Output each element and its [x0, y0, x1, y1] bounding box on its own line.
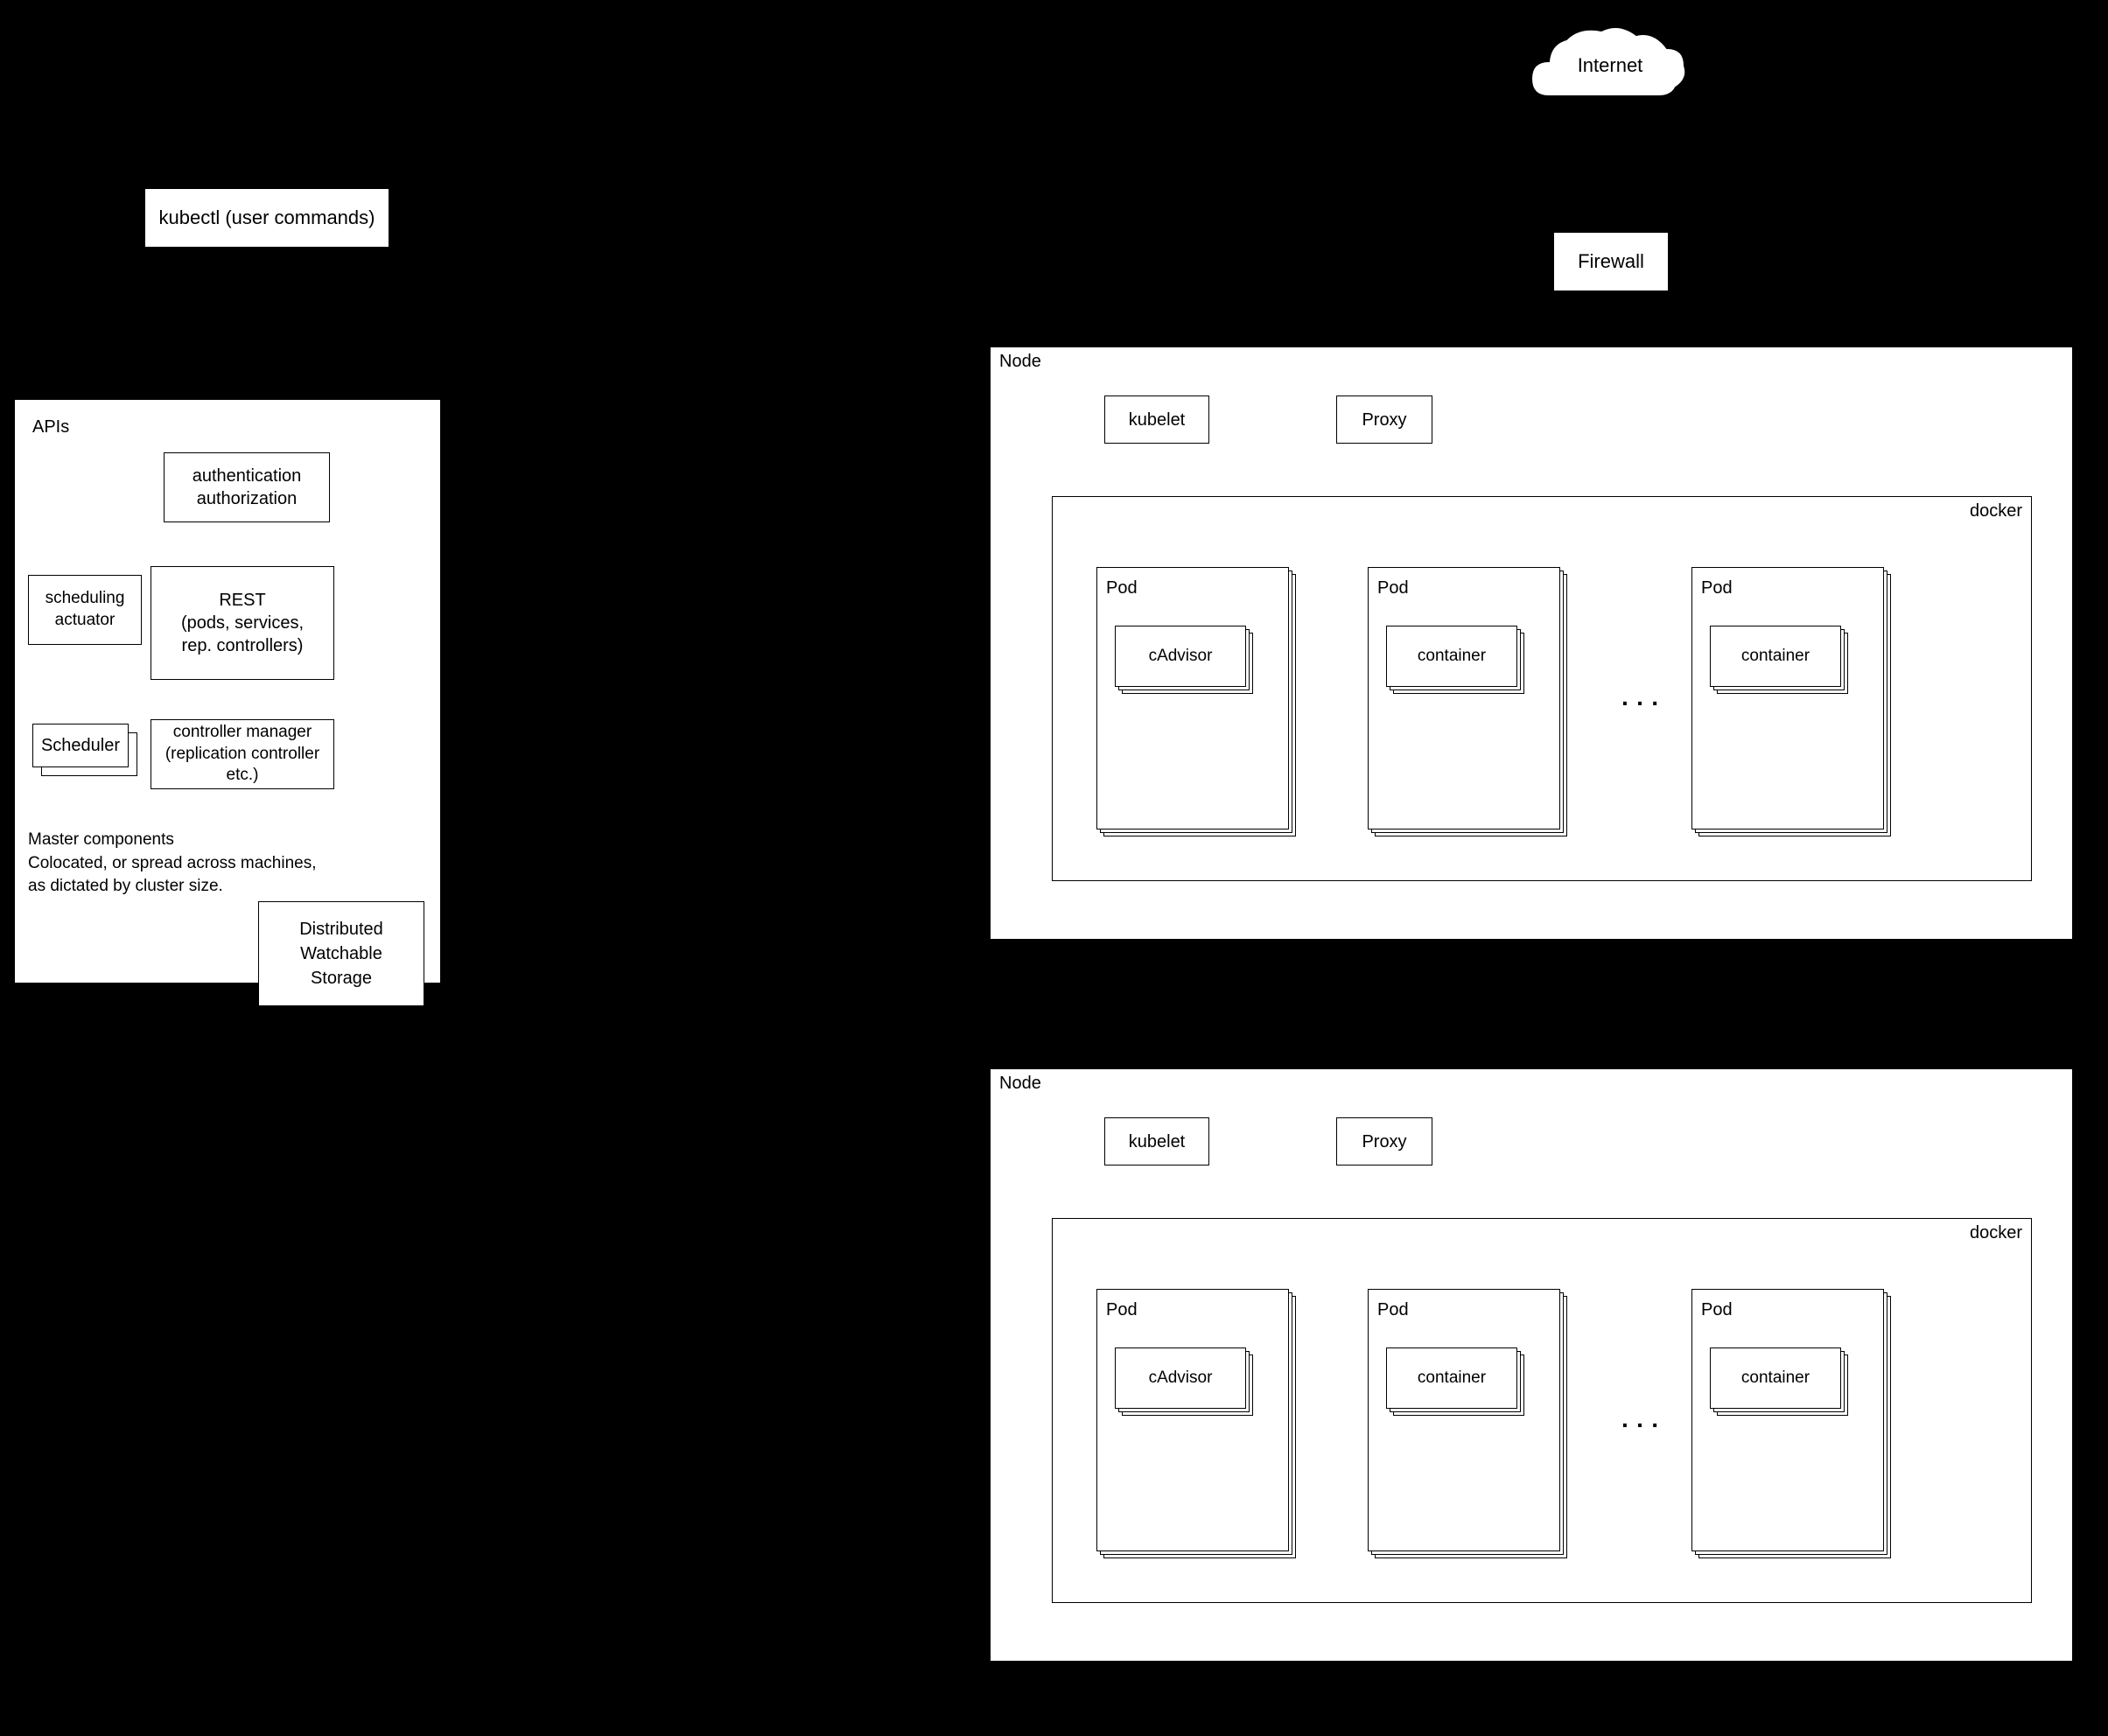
rest-box: REST (pods, services, rep. controllers) [151, 566, 334, 680]
controller-box: controller manager (replication controll… [151, 719, 334, 789]
node2-pod1-label: Pod [1106, 1298, 1138, 1321]
distributed-box: Distributed Watchable Storage [258, 901, 424, 1006]
node1-docker: docker Pod cAdvisor [1052, 496, 2032, 881]
node1-pod2-label: Pod [1377, 577, 1409, 599]
scheduler1-box: Scheduler [32, 724, 129, 767]
node2-ellipsis: · · · [1621, 1411, 1660, 1439]
etcd-label: (implemented via etcd) [258, 1015, 435, 1035]
node1-container2-label: container [1418, 646, 1486, 668]
node1-cadvisor-label: cAdvisor [1149, 646, 1213, 668]
auth-label: authentication authorization [193, 465, 302, 510]
node1-pod3-label: Pod [1701, 577, 1733, 599]
node1-pod1-label: Pod [1106, 577, 1138, 599]
node2-container2-label: container [1418, 1368, 1486, 1390]
scheduling-label: scheduling actuator [46, 588, 125, 631]
rest-label: REST (pods, services, rep. controllers) [181, 589, 304, 657]
scheduler1-label: Scheduler [41, 734, 120, 757]
controller-label: controller manager (replication controll… [151, 722, 333, 787]
master-box: APIs authentication authorization REST (… [13, 398, 442, 984]
firewall-box: Firewall [1553, 232, 1669, 291]
node2-container3-label: container [1741, 1368, 1810, 1390]
firewall-label: Firewall [1578, 249, 1644, 275]
internet-cloud: Internet [1514, 9, 1706, 122]
node2-docker-label: docker [1970, 1223, 2022, 1243]
node1-container3-label: container [1741, 646, 1810, 668]
kubectl-box: kubectl (user commands) [144, 188, 389, 248]
scheduling-box: scheduling actuator [28, 575, 142, 645]
internet-label: Internet [1578, 54, 1643, 77]
node2-box: Node kubelet Proxy docker Pod [989, 1068, 2074, 1662]
node2-label: Node [999, 1074, 1041, 1094]
node2-cadvisor-label: cAdvisor [1149, 1368, 1213, 1390]
distributed-label: Distributed Watchable Storage [299, 917, 383, 990]
auth-box: authentication authorization [164, 452, 330, 522]
node2-pod2-label: Pod [1377, 1298, 1409, 1321]
node1-docker-label: docker [1970, 501, 2022, 522]
node2-proxy: Proxy [1336, 1117, 1432, 1166]
kubectl-label: kubectl (user commands) [159, 206, 375, 231]
node1-label: Node [999, 352, 1041, 372]
apis-label: APIs [32, 417, 69, 438]
node1-proxy: Proxy [1336, 396, 1432, 444]
node1-box: Node kubelet Proxy docker Pod [989, 346, 2074, 941]
node1-ellipsis: · · · [1621, 690, 1660, 718]
node2-kubelet: kubelet [1104, 1117, 1209, 1166]
node2-pod3-label: Pod [1701, 1298, 1733, 1321]
node1-kubelet: kubelet [1104, 396, 1209, 444]
master-label: Master components Colocated, or spread a… [28, 829, 317, 899]
node2-docker: docker Pod cAdvisor [1052, 1218, 2032, 1603]
